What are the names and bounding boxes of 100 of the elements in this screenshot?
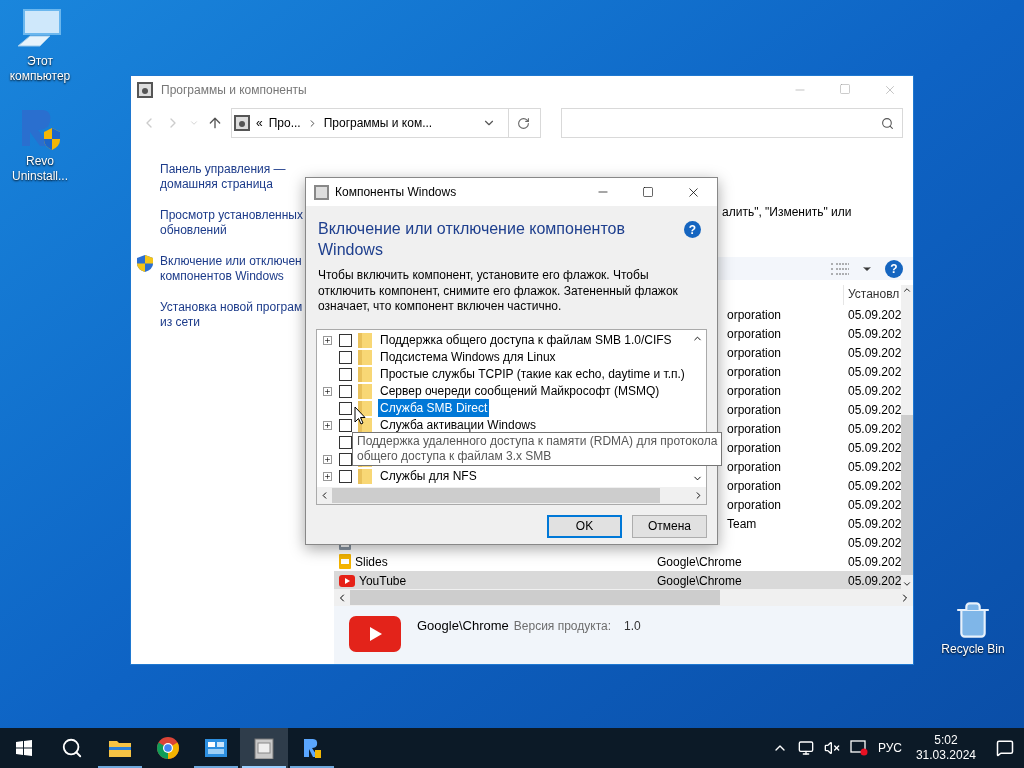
language-indicator[interactable]: РУС xyxy=(877,739,902,757)
network-icon[interactable] xyxy=(797,740,814,756)
uninstaller-icon xyxy=(302,737,322,759)
dialog-title: Компоненты Windows xyxy=(335,184,457,201)
vertical-scrollbar[interactable] xyxy=(901,285,913,589)
refresh-icon[interactable] xyxy=(517,116,530,130)
sidebar-link[interactable]: Панель управления — домашняя страница xyxy=(160,162,306,192)
breadcrumb-item[interactable]: Программы и ком... xyxy=(323,114,433,132)
feature-label[interactable]: Служба SMB Direct xyxy=(378,399,490,417)
running-indicator xyxy=(242,766,286,768)
sidebar-link[interactable]: Просмотр установленных обновлений xyxy=(160,208,306,238)
publisher-cell-text: orporation xyxy=(727,363,782,381)
checkbox[interactable] xyxy=(339,452,352,466)
checkbox[interactable] xyxy=(339,469,352,483)
date-cell-text: 05.09.202 xyxy=(847,401,901,419)
notifications-icon[interactable] xyxy=(996,739,1014,757)
help-icon[interactable]: ? xyxy=(885,259,903,278)
date-cell-text: 05.09.202 xyxy=(847,515,901,533)
feature-label[interactable]: Служба активации Windows xyxy=(378,416,539,434)
running-indicator xyxy=(98,766,142,768)
feature-label[interactable]: Поддержка общего доступа к файлам SMB 1.0/CIFS xyxy=(378,331,674,349)
column-header[interactable]: Установл xyxy=(844,285,901,305)
feature-label[interactable]: Службы для NFS xyxy=(378,467,479,485)
program-row[interactable]: Slides Google\Chrome 05.09.202 xyxy=(334,552,901,571)
feature-label[interactable]: Подсистема Windows для Linux xyxy=(378,348,558,366)
date-cell-text: 05.09.202 xyxy=(847,363,901,381)
expand-icon[interactable] xyxy=(323,454,332,464)
checkbox[interactable] xyxy=(339,418,352,432)
date-cell-text: 05.09.202 xyxy=(847,344,901,362)
date-cell-text: 05.09.202 xyxy=(847,382,901,400)
publisher-cell-text: orporation xyxy=(727,439,782,457)
feature-label[interactable]: Простые службы TCPIP (такие как echo, daytime и т.п.) xyxy=(378,365,687,383)
programs-icon xyxy=(314,184,329,200)
windows-logo-icon xyxy=(16,740,32,756)
scroll-thumb[interactable] xyxy=(350,590,720,605)
checkbox[interactable] xyxy=(339,435,352,449)
publisher-name: Google\Chrome xyxy=(417,617,509,635)
publisher-cell-text: orporation xyxy=(727,325,782,343)
publisher-cell-text: orporation xyxy=(727,401,782,419)
scroll-thumb[interactable] xyxy=(332,487,660,503)
program-name: Slides xyxy=(355,553,388,571)
maximize-icon[interactable] xyxy=(642,186,654,198)
version-label: Версия продукта: xyxy=(513,618,611,635)
dialog-button[interactable]: OK xyxy=(547,514,622,538)
instructions-text: Чтобы включить компонент, установите его флажок. Чтобы отключить компонент, снимите его флажок. Затененный флажок означает, что компонент включен частично. xyxy=(317,268,679,315)
search-icon xyxy=(61,737,83,759)
expand-icon[interactable] xyxy=(323,386,332,396)
clock[interactable]: 5:02 31.03.2024 xyxy=(911,733,980,763)
date-cell-text: 05.09.202 xyxy=(847,439,901,457)
checkbox[interactable] xyxy=(339,333,352,347)
sidebar-link[interactable]: Включение или отключен компонентов Windows xyxy=(160,254,306,284)
overflow-chevron[interactable]: « xyxy=(256,114,263,132)
breadcrumb-item[interactable]: Про... xyxy=(268,114,301,132)
desktop-icon-label[interactable]: Этот компьютер xyxy=(2,54,78,84)
expand-icon[interactable] xyxy=(323,471,332,481)
search-field[interactable] xyxy=(561,108,903,138)
publisher-cell-text: orporation xyxy=(727,382,782,400)
help-icon[interactable]: ? xyxy=(684,221,701,238)
tooltip: Поддержка удаленного доступа к памяти (RDMA) для протокола общего доступа к файлам 3.x SMB xyxy=(352,432,723,466)
date-cell-text: 05.09.202 xyxy=(847,553,901,571)
dialog-heading: Включение или отключение компонентов Windows xyxy=(318,219,626,260)
scroll-up-icon[interactable] xyxy=(902,285,912,295)
date-cell-text: 05.09.202 xyxy=(847,325,901,343)
sidebar-link[interactable]: Установка новой програм из сети xyxy=(160,300,306,330)
desktop-icon-label[interactable]: Recycle Bin xyxy=(941,642,1005,657)
play-icon xyxy=(339,574,355,587)
scroll-down-icon[interactable] xyxy=(902,579,912,589)
cursor-icon xyxy=(354,406,366,425)
publisher-cell-text: orporation xyxy=(727,344,782,362)
dialog-button[interactable]: Отмена xyxy=(632,514,707,538)
volume-muted-icon[interactable] xyxy=(823,740,840,756)
control-panel-icon xyxy=(205,739,227,757)
publisher-cell-text: orporation xyxy=(727,306,782,324)
up-icon[interactable] xyxy=(207,115,223,131)
desktop-icon-label[interactable]: Revo Uninstall... xyxy=(2,154,78,184)
horizontal-scrollbar[interactable] xyxy=(334,589,913,606)
checkbox[interactable] xyxy=(339,350,352,364)
publisher-cell-text: Team xyxy=(727,515,757,533)
screen-alert-icon[interactable] xyxy=(849,740,868,756)
checkbox[interactable] xyxy=(339,401,352,415)
date-cell-text: 05.09.202 xyxy=(847,420,901,438)
date-cell-text: 05.09.202 xyxy=(847,534,901,552)
expand-icon[interactable] xyxy=(323,420,332,430)
folder-icon xyxy=(109,739,131,757)
expand-icon[interactable] xyxy=(323,335,332,345)
feature-label[interactable]: Сервер очереди сообщений Майкрософт (MSMQ) xyxy=(378,382,662,400)
checkbox[interactable] xyxy=(339,384,352,398)
description-text: алить", "Изменить" или xyxy=(722,204,853,219)
scroll-thumb[interactable] xyxy=(901,415,913,575)
play-icon xyxy=(349,616,401,652)
publisher-cell-text: orporation xyxy=(727,477,782,495)
publisher-cell-text: orporation xyxy=(727,496,782,514)
checkbox[interactable] xyxy=(339,367,352,381)
folder-icon xyxy=(358,332,372,348)
control-panel-icon xyxy=(137,82,153,98)
running-indicator xyxy=(194,766,238,768)
address-bar[interactable]: « Про... Программы и ком... xyxy=(231,108,541,138)
taskbar-button[interactable] xyxy=(240,728,288,768)
publisher-cell-text: Google\Chrome xyxy=(657,572,742,590)
horizontal-scrollbar[interactable] xyxy=(317,486,706,504)
